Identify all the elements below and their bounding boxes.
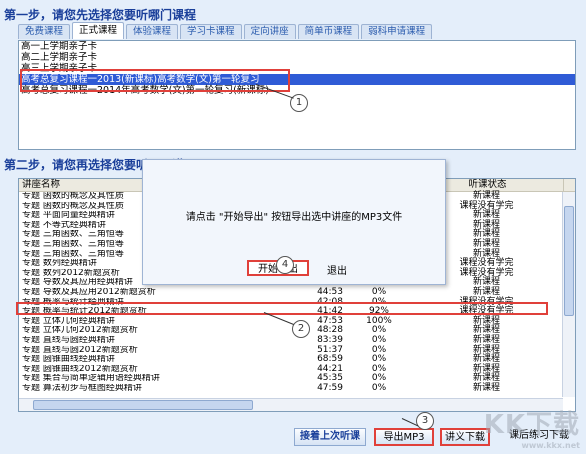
table-cell: 专题 直线与圆2012新题赏析 (22, 345, 138, 355)
table-cell: 专题 算法初步与框图经典精讲 (22, 383, 142, 393)
hscroll-thumb[interactable] (33, 400, 253, 410)
table-cell: 专题 立体几何2012新题赏析 (22, 326, 138, 336)
tab-formal[interactable]: 正式课程 (72, 22, 125, 39)
exit-button[interactable]: 退出 (327, 262, 347, 277)
annotation-marker-4: 4 (276, 256, 294, 274)
highlight-box-row (16, 302, 548, 315)
tab-lecture[interactable]: 定向讲座 (243, 24, 296, 39)
tab-free[interactable]: 免费课程 (18, 24, 71, 39)
course-tabs: 免费课程 正式课程 体验课程 学习卡课程 定向讲座 简单币课程 弱科申请课程 (18, 22, 433, 40)
tab-coin[interactable]: 简单币课程 (297, 24, 360, 39)
export-dialog: 请点击 "开始导出" 按钮导出选中讲座的MP3文件 开始导出 退出 (142, 159, 446, 285)
table-cell: 47:59 (317, 382, 343, 393)
dialog-message: 请点击 "开始导出" 按钮导出选中讲座的MP3文件 (185, 212, 403, 223)
export-mp3-button[interactable]: 导出MP3 (374, 428, 434, 446)
table-cell: 专题 圆锥曲线经典精讲 (22, 355, 115, 365)
highlight-box-courses (20, 69, 290, 92)
continue-last-lesson-button[interactable]: 接着上次听课 (294, 428, 366, 446)
vertical-scrollbar[interactable] (562, 192, 575, 397)
list-item[interactable]: 高一上学期亲子卡 (19, 41, 575, 52)
table-cell: 新课程 (472, 382, 500, 393)
list-item[interactable]: 高二上学期亲子卡 (19, 52, 575, 63)
annotation-marker-3: 3 (416, 412, 434, 430)
horizontal-scrollbar[interactable] (19, 398, 563, 411)
table-cell: 专题 集合与简单逻辑用语经典精讲 (22, 374, 160, 384)
tab-weak-subject[interactable]: 弱科申请课程 (361, 24, 433, 39)
notes-download-button[interactable]: 讲义下载 (440, 428, 490, 446)
step1-title: 第一步，请您先选择您要听哪门课程 (4, 8, 197, 22)
table-row[interactable]: 专题 算法初步与框图经典精讲 47:59 0% 新课程 (19, 382, 575, 394)
watermark: KK下载 www.kkx.net (483, 410, 580, 450)
table-cell: 专题 圆锥曲线2012新题赏析 (22, 364, 138, 374)
table-cell: 专题 直线与圆经典精讲 (22, 335, 115, 345)
table-cell: 专题 立体几何经典精讲 (22, 316, 115, 326)
annotation-marker-2: 2 (292, 320, 310, 338)
tab-trial[interactable]: 体验课程 (126, 24, 179, 39)
scroll-thumb[interactable] (564, 206, 574, 316)
table-cell: 专题 导数及其应用2012新题赏析 (22, 287, 156, 297)
table-cell: 0% (371, 382, 387, 393)
tab-study-card[interactable]: 学习卡课程 (180, 24, 242, 39)
